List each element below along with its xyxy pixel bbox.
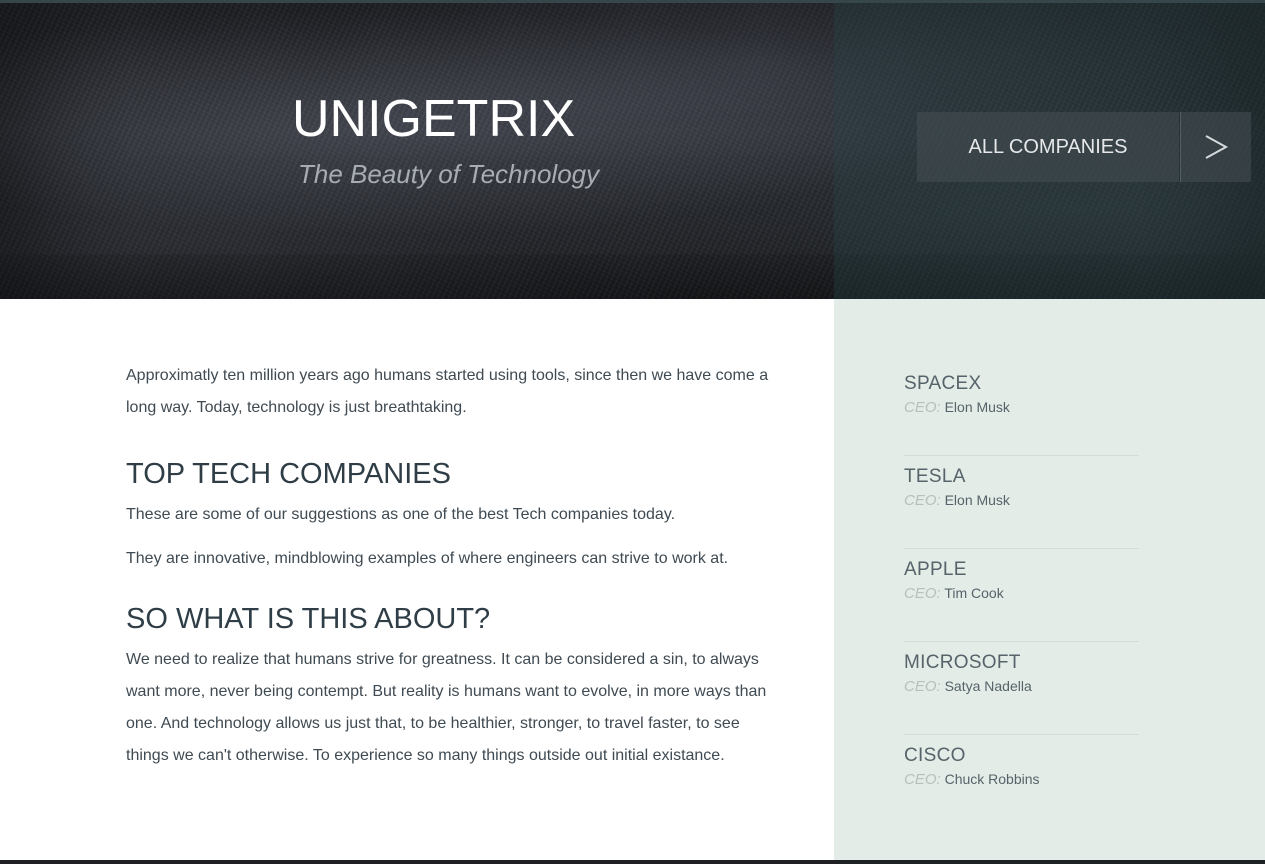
ceo-label: CEO: xyxy=(904,492,941,509)
hero-banner: UNIGETRIX The Beauty of Technology ALL C… xyxy=(0,0,1265,302)
company-name[interactable]: SPACEX xyxy=(904,373,1139,395)
company-item-apple[interactable]: APPLE CEO: Tim Cook xyxy=(904,549,1139,642)
ceo-name: Elon Musk xyxy=(944,399,1010,415)
ceo-label: CEO: xyxy=(904,771,941,788)
ceo-name: Satya Nadella xyxy=(944,678,1032,694)
all-companies-button[interactable]: ALL COMPANIES xyxy=(917,112,1179,182)
ceo-name: Chuck Robbins xyxy=(944,771,1040,787)
all-companies-label: ALL COMPANIES xyxy=(968,135,1128,158)
ceo-name: Elon Musk xyxy=(944,492,1010,508)
section-heading-top-tech: TOP TECH COMPANIES xyxy=(126,458,451,490)
section-heading-about: SO WHAT IS THIS ABOUT? xyxy=(126,603,491,635)
section-paragraph: These are some of our suggestions as one… xyxy=(126,506,676,523)
section-paragraph: They are innovative, mindblowing example… xyxy=(126,550,729,567)
brand-subtitle: The Beauty of Technology xyxy=(298,159,600,189)
company-name[interactable]: CISCO xyxy=(904,745,1139,767)
section-paragraph: We need to realize that humans strive fo… xyxy=(126,651,767,764)
company-name[interactable]: TESLA xyxy=(904,466,1139,488)
companies-sidebar: SPACEX CEO: Elon Musk TESLA CEO: Elon Mu… xyxy=(834,299,1265,864)
company-ceo: CEO: Satya Nadella xyxy=(904,678,1139,695)
company-ceo: CEO: Tim Cook xyxy=(904,585,1139,602)
company-name[interactable]: MICROSOFT xyxy=(904,652,1139,674)
main-content: Approximatly ten million years ago human… xyxy=(126,360,786,772)
company-item-tesla[interactable]: TESLA CEO: Elon Musk xyxy=(904,456,1139,549)
bottom-divider xyxy=(0,860,1265,864)
company-item-spacex[interactable]: SPACEX CEO: Elon Musk xyxy=(904,363,1139,456)
ceo-label: CEO: xyxy=(904,678,941,695)
next-arrow-button[interactable] xyxy=(1180,112,1251,182)
ceo-name: Tim Cook xyxy=(944,585,1004,601)
ceo-label: CEO: xyxy=(904,585,941,602)
ceo-label: CEO: xyxy=(904,399,941,416)
company-ceo: CEO: Elon Musk xyxy=(904,492,1139,509)
brand-title: UNIGETRIX xyxy=(292,90,576,148)
company-list: SPACEX CEO: Elon Musk TESLA CEO: Elon Mu… xyxy=(904,363,1139,828)
company-item-cisco[interactable]: CISCO CEO: Chuck Robbins xyxy=(904,735,1139,828)
company-item-microsoft[interactable]: MICROSOFT CEO: Satya Nadella xyxy=(904,642,1139,735)
intro-paragraph: Approximatly ten million years ago human… xyxy=(126,367,769,416)
company-ceo: CEO: Elon Musk xyxy=(904,399,1139,416)
company-name[interactable]: APPLE xyxy=(904,559,1139,581)
company-ceo: CEO: Chuck Robbins xyxy=(904,771,1139,788)
chevron-right-icon xyxy=(1205,135,1229,159)
